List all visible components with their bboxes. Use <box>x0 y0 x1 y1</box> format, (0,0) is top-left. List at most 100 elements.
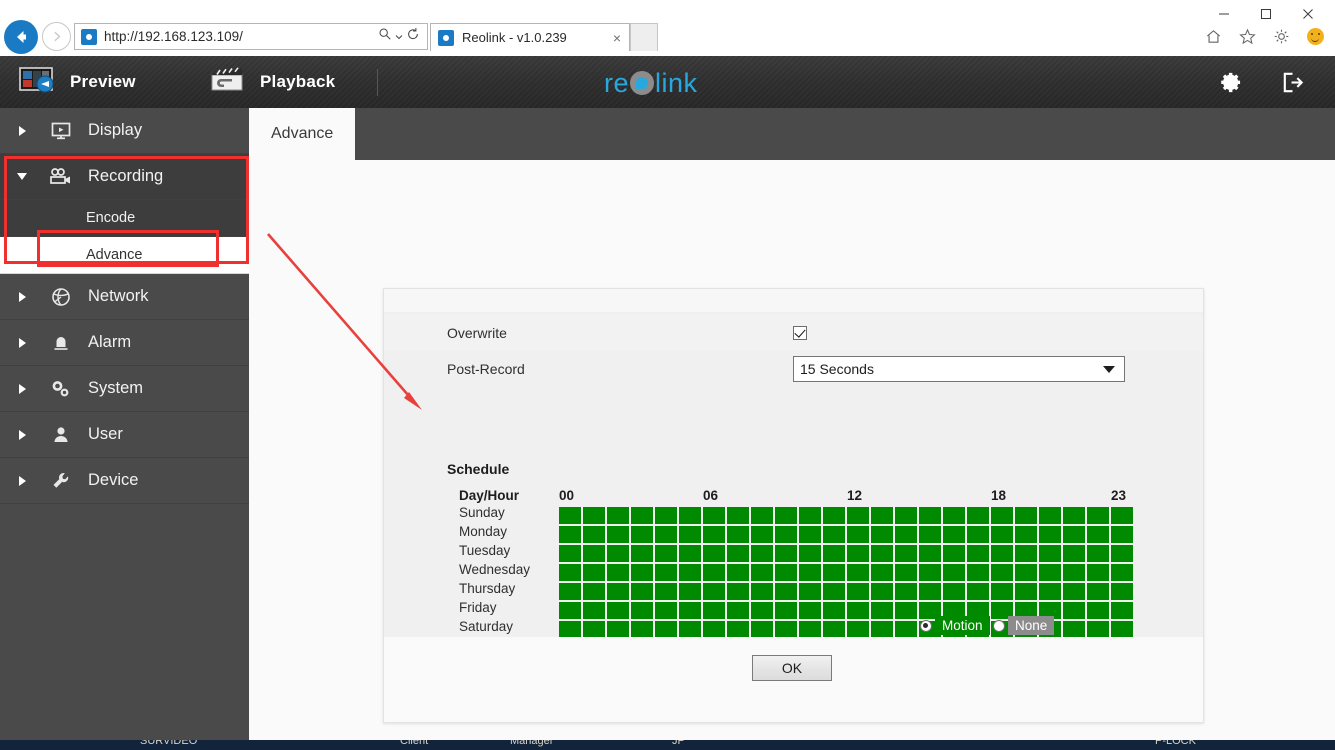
schedule-cell[interactable] <box>559 621 581 638</box>
schedule-cell[interactable] <box>559 602 581 619</box>
schedule-cell[interactable] <box>943 583 965 600</box>
schedule-cell[interactable] <box>607 602 629 619</box>
schedule-cell[interactable] <box>775 526 797 543</box>
schedule-cell[interactable] <box>823 526 845 543</box>
nav-playback[interactable]: Playback <box>208 56 335 108</box>
schedule-cell[interactable] <box>679 545 701 562</box>
schedule-cell[interactable] <box>799 583 821 600</box>
schedule-cell[interactable] <box>655 602 677 619</box>
schedule-cell[interactable] <box>967 545 989 562</box>
ok-button[interactable]: OK <box>752 655 832 681</box>
schedule-cell[interactable] <box>1111 545 1133 562</box>
schedule-cell[interactable] <box>871 526 893 543</box>
schedule-cell[interactable] <box>751 507 773 524</box>
schedule-cell[interactable] <box>1111 602 1133 619</box>
schedule-cell[interactable] <box>727 602 749 619</box>
schedule-cell[interactable] <box>799 545 821 562</box>
schedule-cell[interactable] <box>631 545 653 562</box>
schedule-cell[interactable] <box>703 526 725 543</box>
schedule-cell[interactable] <box>1111 564 1133 581</box>
schedule-cell[interactable] <box>631 564 653 581</box>
schedule-cell[interactable] <box>895 583 917 600</box>
schedule-cell[interactable] <box>943 507 965 524</box>
schedule-cell[interactable] <box>1087 507 1109 524</box>
schedule-cell[interactable] <box>631 507 653 524</box>
schedule-cell[interactable] <box>727 621 749 638</box>
schedule-cell[interactable] <box>1087 602 1109 619</box>
schedule-cell[interactable] <box>607 507 629 524</box>
schedule-cell[interactable] <box>727 545 749 562</box>
schedule-cell[interactable] <box>895 545 917 562</box>
schedule-cell[interactable] <box>871 507 893 524</box>
schedule-cell[interactable] <box>943 564 965 581</box>
post-record-select[interactable]: 15 Seconds <box>793 356 1125 382</box>
back-button[interactable] <box>4 20 38 54</box>
schedule-cell[interactable] <box>751 602 773 619</box>
forward-button[interactable] <box>42 22 71 51</box>
schedule-cell[interactable] <box>775 602 797 619</box>
schedule-cell[interactable] <box>847 564 869 581</box>
schedule-cell[interactable] <box>1015 583 1037 600</box>
schedule-cell[interactable] <box>607 583 629 600</box>
schedule-cell[interactable] <box>559 545 581 562</box>
tab-close-icon[interactable]: × <box>605 30 629 46</box>
sidebar-item-device[interactable]: Device <box>0 458 249 504</box>
schedule-cell[interactable] <box>871 621 893 638</box>
schedule-cell[interactable] <box>871 602 893 619</box>
taskbar-item[interactable]: SURVIDEO <box>140 740 197 747</box>
schedule-cell[interactable] <box>1039 507 1061 524</box>
schedule-cell[interactable] <box>799 526 821 543</box>
schedule-cell[interactable] <box>847 507 869 524</box>
schedule-cell[interactable] <box>559 583 581 600</box>
schedule-cell[interactable] <box>847 583 869 600</box>
schedule-cell[interactable] <box>943 526 965 543</box>
schedule-cell[interactable] <box>703 564 725 581</box>
schedule-cell[interactable] <box>1015 545 1037 562</box>
schedule-cell[interactable] <box>631 526 653 543</box>
schedule-cell[interactable] <box>1039 564 1061 581</box>
schedule-cell[interactable] <box>895 621 917 638</box>
schedule-cell[interactable] <box>823 507 845 524</box>
schedule-cell[interactable] <box>631 583 653 600</box>
schedule-cell[interactable] <box>703 507 725 524</box>
schedule-cell[interactable] <box>1111 583 1133 600</box>
schedule-cell[interactable] <box>919 564 941 581</box>
schedule-cell[interactable] <box>559 526 581 543</box>
schedule-cell[interactable] <box>631 621 653 638</box>
schedule-cell[interactable] <box>607 545 629 562</box>
schedule-cell[interactable] <box>679 602 701 619</box>
schedule-cell[interactable] <box>583 545 605 562</box>
schedule-cell[interactable] <box>895 564 917 581</box>
schedule-cell[interactable] <box>823 564 845 581</box>
tools-gear-icon[interactable] <box>1271 26 1291 46</box>
schedule-cell[interactable] <box>847 621 869 638</box>
schedule-cell[interactable] <box>703 545 725 562</box>
schedule-cell[interactable] <box>559 564 581 581</box>
schedule-cell[interactable] <box>1039 526 1061 543</box>
address-bar[interactable]: http://192.168.123.109/ <box>74 23 428 50</box>
schedule-cell[interactable] <box>703 602 725 619</box>
sidebar-item-recording[interactable]: Recording <box>0 154 249 200</box>
schedule-cell[interactable] <box>727 583 749 600</box>
tab-advance[interactable]: Advance <box>249 108 355 160</box>
taskbar-item[interactable]: JP <box>672 740 685 747</box>
schedule-cell[interactable] <box>1039 545 1061 562</box>
gear-icon[interactable] <box>1217 70 1242 95</box>
schedule-cell[interactable] <box>991 545 1013 562</box>
schedule-cell[interactable] <box>1087 564 1109 581</box>
schedule-cell[interactable] <box>799 507 821 524</box>
schedule-cell[interactable] <box>751 564 773 581</box>
sidebar-subitem-encode[interactable]: Encode <box>0 200 249 237</box>
schedule-cell[interactable] <box>607 564 629 581</box>
schedule-cell[interactable] <box>751 545 773 562</box>
schedule-cell[interactable] <box>1087 583 1109 600</box>
schedule-cell[interactable] <box>823 602 845 619</box>
schedule-cell[interactable] <box>775 621 797 638</box>
schedule-cell[interactable] <box>583 602 605 619</box>
schedule-cell[interactable] <box>655 583 677 600</box>
schedule-cell[interactable] <box>1087 526 1109 543</box>
schedule-cell[interactable] <box>871 583 893 600</box>
schedule-cell[interactable] <box>1063 564 1085 581</box>
schedule-cell[interactable] <box>583 583 605 600</box>
close-button[interactable] <box>1287 1 1329 27</box>
